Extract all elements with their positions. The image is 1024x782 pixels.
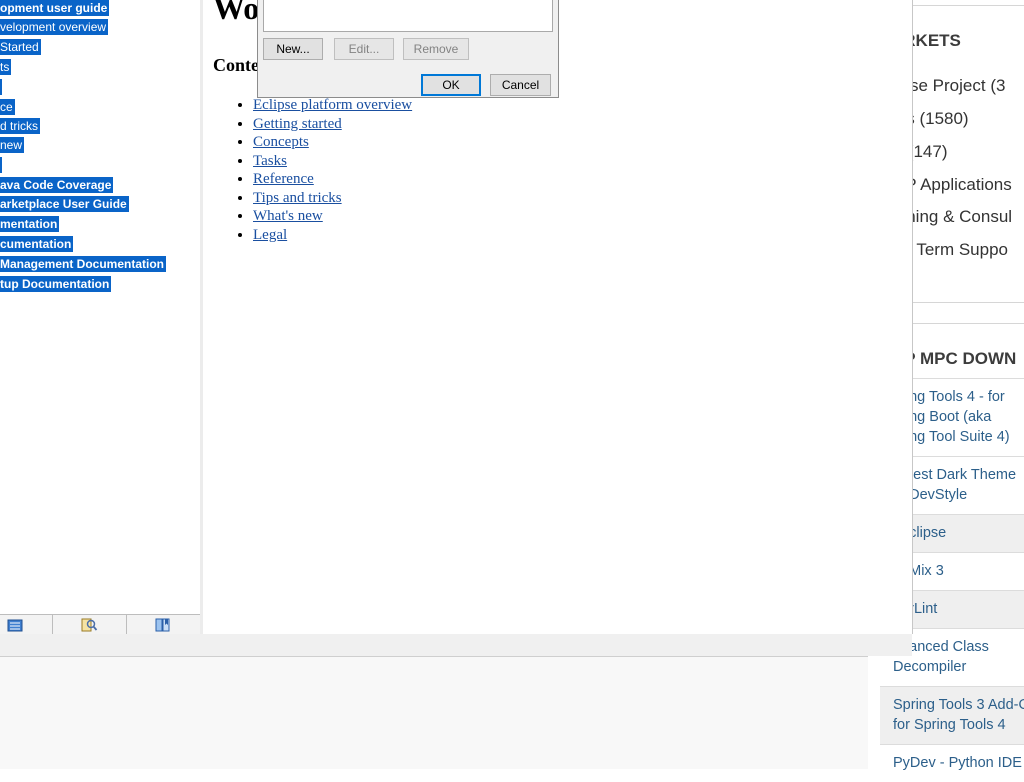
list-item: Tips and tricks [253,189,412,208]
mpc-item-line: Spring Tools 3 Add-O [893,697,1024,713]
mpc-item-line: nhanced Class [893,639,989,655]
link-getting-started[interactable]: Getting started [253,116,342,132]
link-tips-and-tricks[interactable]: Tips and tricks [253,190,342,206]
toc-item[interactable] [0,157,2,173]
toc-item[interactable]: velopment overview [0,19,109,35]
help-toc-panel: opment user guide velopment overview Sta… [0,0,200,614]
mpc-item-spring-tools-3-addon[interactable]: Spring Tools 3 Add-O for Spring Tools 4 [880,686,1024,744]
toc-item[interactable]: tup Documentation [0,276,112,292]
mpc-item-line: Decompiler [893,659,967,675]
help-window-bottom [0,634,912,656]
contents-tab[interactable] [4,616,26,634]
toc-tab-bar [0,614,200,635]
toc-item[interactable]: Started [0,39,41,55]
link-legal[interactable]: Legal [253,227,287,243]
toc-item[interactable]: ava Code Coverage [0,177,114,193]
dialog-list-box[interactable] [263,0,553,32]
cancel-button[interactable]: Cancel [490,74,551,96]
tab-separator [52,615,53,635]
toc-item[interactable]: ce [0,99,15,115]
toc-item[interactable]: d tricks [0,118,41,134]
list-item: Reference [253,170,412,189]
toc-item[interactable]: new [0,137,25,153]
edit-dialog: New... Edit... Remove OK Cancel [257,0,559,98]
bookmarks-tab[interactable] [152,616,174,634]
toc-item[interactable]: opment user guide [0,0,110,16]
edit-button[interactable]: Edit... [334,38,394,60]
bookmark-icon [155,618,170,632]
toc-item[interactable]: arketplace User Guide [0,196,129,212]
contents-link-list: Eclipse platform overview Getting starte… [227,96,412,244]
mpc-item-line: for Spring Tools 4 [893,717,1006,733]
ok-button[interactable]: OK [421,74,481,96]
link-whats-new[interactable]: What's new [253,208,323,224]
mpc-item-pydev[interactable]: PyDev - Python IDE [880,744,1024,782]
remove-button[interactable]: Remove [403,38,469,60]
list-item: What's new [253,207,412,226]
link-concepts[interactable]: Concepts [253,134,309,150]
list-item: Eclipse platform overview [253,96,412,115]
toc-item[interactable]: Management Documentation [0,256,167,272]
list-item: Tasks [253,152,412,171]
toc-item[interactable] [0,79,2,95]
list-item: Concepts [253,133,412,152]
contents-heading: Conte [213,55,259,75]
contents-icon [7,619,23,632]
search-results-icon [81,618,98,632]
link-platform-overview[interactable]: Eclipse platform overview [253,97,412,113]
mpc-item-line: PyDev - Python IDE [893,755,1022,771]
tab-separator [126,615,127,635]
search-tab[interactable] [78,616,100,634]
new-button[interactable]: New... [263,38,323,60]
list-item: Getting started [253,115,412,134]
page-lower-area [0,656,868,769]
toc-item[interactable]: ts [0,59,12,75]
toc-item[interactable]: mentation [0,216,60,232]
link-reference[interactable]: Reference [253,171,314,187]
toc-item[interactable]: cumentation [0,236,74,252]
list-item: Legal [253,226,412,245]
link-tasks[interactable]: Tasks [253,153,287,169]
page-title: Wo [213,0,260,26]
